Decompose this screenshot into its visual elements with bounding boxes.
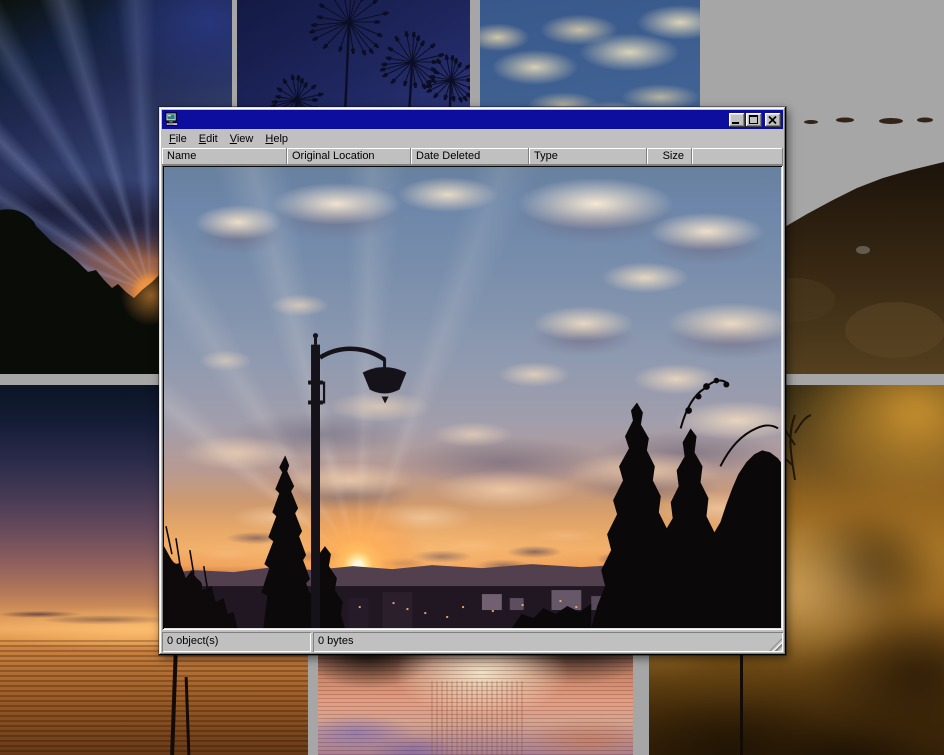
column-header-size[interactable]: Size — [647, 148, 692, 165]
column-header-filler — [692, 148, 783, 165]
menu-help[interactable]: Help — [259, 131, 294, 147]
menu-view[interactable]: View — [224, 131, 260, 147]
close-icon — [768, 116, 777, 124]
desktop: FileEditViewHelp NameOriginal LocationDa… — [0, 0, 944, 755]
file-list-area[interactable] — [162, 165, 783, 630]
menu-bar: FileEditViewHelp — [162, 129, 783, 148]
column-header-name[interactable]: Name — [162, 148, 287, 165]
column-header-date-deleted[interactable]: Date Deleted — [411, 148, 529, 165]
maximize-icon — [749, 115, 758, 124]
my-computer-icon — [164, 112, 180, 127]
list-background-photo — [164, 167, 781, 628]
recycle-bin-window: FileEditViewHelp NameOriginal LocationDa… — [159, 107, 786, 655]
status-object-count: 0 object(s) — [162, 632, 311, 652]
menu-edit[interactable]: Edit — [193, 131, 224, 147]
column-headers: NameOriginal LocationDate DeletedTypeSiz… — [162, 148, 783, 165]
minimize-button[interactable] — [729, 113, 745, 127]
water-texture — [431, 681, 526, 755]
water-ripples — [0, 640, 308, 755]
menu-file[interactable]: File — [163, 131, 193, 147]
status-size: 0 bytes — [313, 632, 783, 652]
minimize-icon — [732, 122, 739, 124]
foreground-silhouettes — [164, 167, 781, 628]
resize-grip[interactable] — [769, 638, 782, 651]
window-controls — [729, 113, 781, 127]
column-header-type[interactable]: Type — [529, 148, 647, 165]
status-size-text: 0 bytes — [318, 635, 353, 647]
close-button[interactable] — [765, 113, 781, 127]
title-bar[interactable] — [162, 110, 783, 129]
maximize-button[interactable] — [746, 113, 762, 127]
column-header-original-location[interactable]: Original Location — [287, 148, 411, 165]
status-bar: 0 object(s) 0 bytes — [162, 632, 783, 652]
